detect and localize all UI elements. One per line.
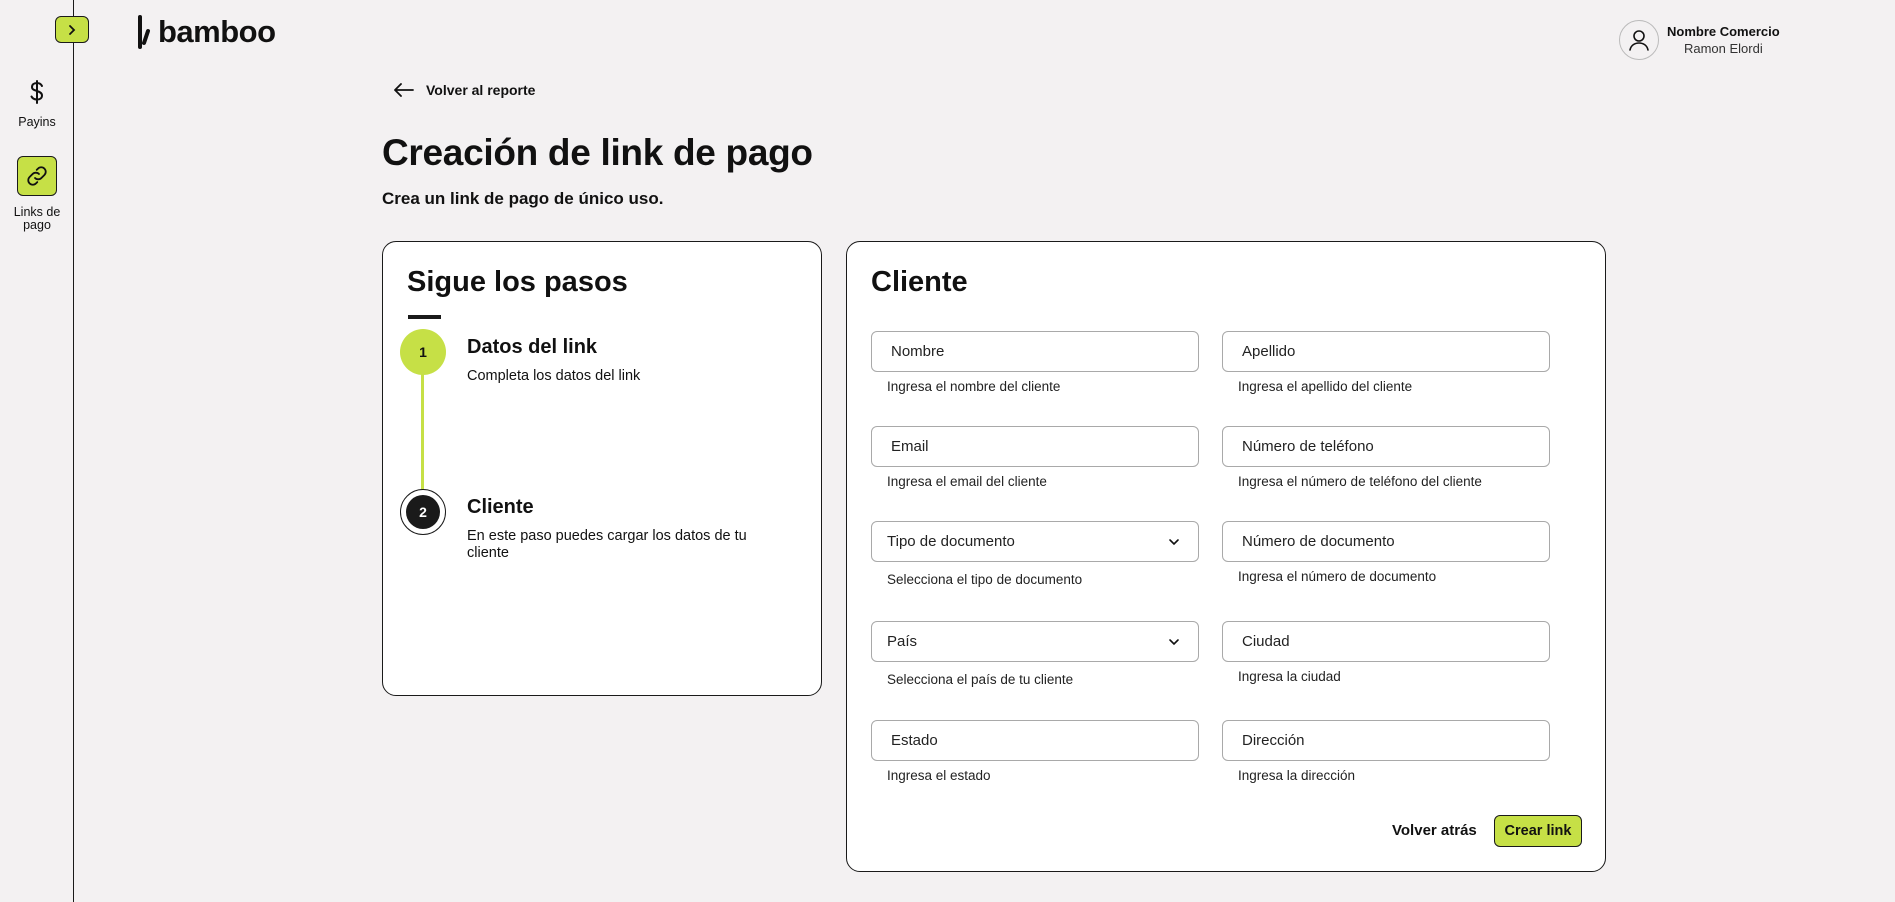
field-label: Tipo de documento bbox=[887, 533, 1015, 550]
state-hint: Ingresa el estado bbox=[887, 768, 991, 783]
field-label: País bbox=[887, 633, 918, 650]
page-title: Creación de link de pago bbox=[382, 132, 813, 173]
link-icon bbox=[17, 156, 57, 196]
sidebar-item-label: Payins bbox=[18, 115, 56, 129]
steps-title: Sigue los pasos bbox=[407, 266, 628, 298]
field-label: Estado bbox=[891, 732, 938, 749]
phone-hint: Ingresa el número de teléfono del client… bbox=[1238, 474, 1482, 489]
step-1-indicator: 1 bbox=[400, 329, 446, 375]
last-name-hint: Ingresa el apellido del cliente bbox=[1238, 379, 1413, 394]
avatar[interactable] bbox=[1619, 20, 1659, 60]
chevron-right-icon bbox=[69, 24, 76, 35]
country-select[interactable]: País bbox=[871, 621, 1199, 662]
field-label: Ciudad bbox=[1242, 633, 1290, 650]
step-2-indicator: 2 bbox=[400, 489, 446, 535]
sidebar: Payins Links de pago bbox=[0, 0, 74, 902]
sidebar-item-label: Links de pago bbox=[13, 205, 61, 232]
field-label: Email bbox=[891, 438, 929, 455]
user-menu[interactable]: Nombre Comercio Ramon Elordi bbox=[1619, 20, 1780, 60]
user-company: Nombre Comercio bbox=[1667, 24, 1780, 39]
back-link-label: Volver al reporte bbox=[426, 82, 536, 98]
step-number: 1 bbox=[419, 344, 427, 360]
step-2-title: Cliente bbox=[467, 496, 534, 518]
steps-card: Sigue los pasos 1 Datos del link Complet… bbox=[382, 241, 822, 696]
dollar-icon bbox=[17, 72, 57, 112]
chevron-down-icon bbox=[1169, 538, 1179, 545]
page-subtitle: Crea un link de pago de único uso. bbox=[382, 189, 664, 208]
user-name: Ramon Elordi bbox=[1683, 41, 1763, 56]
step-2-description: En este paso puedes cargar los datos de … bbox=[467, 528, 747, 561]
create-link-button[interactable]: Crear link bbox=[1494, 815, 1582, 847]
sidebar-item-links-de-pago[interactable]: Links de pago bbox=[0, 156, 74, 232]
sidebar-toggle-button[interactable] bbox=[55, 16, 89, 43]
email-field[interactable]: Email bbox=[871, 426, 1199, 467]
back-to-report-link[interactable]: Volver al reporte bbox=[394, 82, 535, 98]
email-hint: Ingresa el email del cliente bbox=[887, 474, 1047, 489]
city-field[interactable]: Ciudad bbox=[1222, 621, 1550, 662]
bamboo-logo-icon bbox=[138, 15, 150, 49]
user-icon bbox=[1629, 30, 1649, 51]
address-field[interactable]: Dirección bbox=[1222, 720, 1550, 761]
address-hint: Ingresa la dirección bbox=[1238, 768, 1356, 783]
phone-field[interactable]: Número de teléfono bbox=[1222, 426, 1550, 467]
logo-text: bamboo bbox=[158, 14, 276, 49]
logo[interactable]: bamboo bbox=[136, 14, 276, 50]
field-label: Número de documento bbox=[1242, 533, 1395, 550]
field-label: Apellido bbox=[1242, 343, 1296, 360]
field-label: Nombre bbox=[891, 343, 945, 360]
client-form-card: Cliente Nombre Ingresa el nombre del cli… bbox=[846, 241, 1606, 872]
first-name-field[interactable]: Nombre bbox=[871, 331, 1199, 372]
go-back-button[interactable]: Volver atrás bbox=[1392, 822, 1477, 839]
last-name-field[interactable]: Apellido bbox=[1222, 331, 1550, 372]
document-number-field[interactable]: Número de documento bbox=[1222, 521, 1550, 562]
document-type-hint: Selecciona el tipo de documento bbox=[887, 572, 1083, 587]
step-number: 2 bbox=[419, 504, 427, 520]
step-1-description: Completa los datos del link bbox=[467, 368, 641, 384]
city-hint: Ingresa la ciudad bbox=[1238, 669, 1341, 684]
document-type-select[interactable]: Tipo de documento bbox=[871, 521, 1199, 562]
country-hint: Selecciona el país de tu cliente bbox=[887, 672, 1074, 687]
sidebar-item-payins[interactable]: Payins bbox=[0, 72, 74, 129]
state-field[interactable]: Estado bbox=[871, 720, 1199, 761]
arrow-left-icon bbox=[394, 83, 414, 97]
field-label: Dirección bbox=[1242, 732, 1305, 749]
field-label: Número de teléfono bbox=[1242, 438, 1374, 455]
chevron-down-icon bbox=[1169, 638, 1179, 645]
first-name-hint: Ingresa el nombre del cliente bbox=[887, 379, 1061, 394]
step-1-title: Datos del link bbox=[467, 336, 598, 358]
client-form-title: Cliente bbox=[871, 266, 968, 298]
document-number-hint: Ingresa el número de documento bbox=[1238, 569, 1437, 584]
steps-title-underline bbox=[408, 315, 441, 319]
